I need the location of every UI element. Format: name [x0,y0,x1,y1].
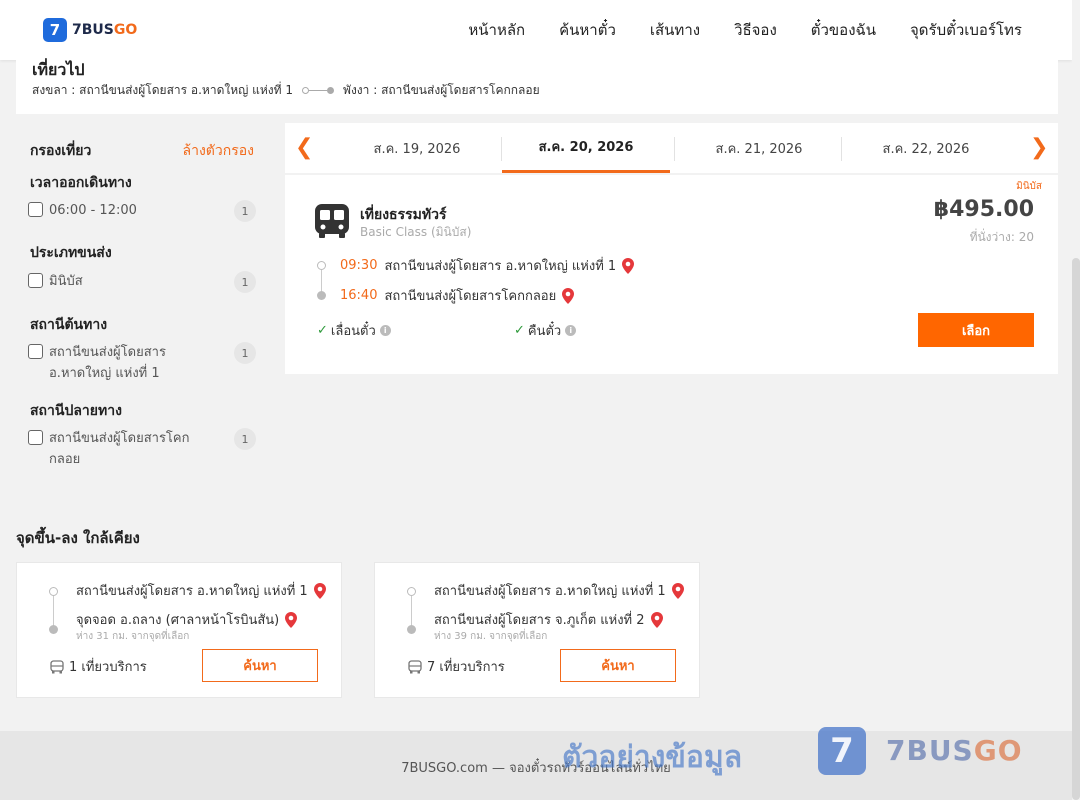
date-selector: ❮ ส.ค. 19, 2026 ส.ค. 20, 2026 ส.ค. 21, 2… [285,123,1058,173]
bus-icon [408,659,422,673]
nearby-route-card: สถานีขนส่งผู้โดยสาร อ.หาดใหญ่ แห่งที่ 1 … [374,562,700,698]
filter-header: กรองเที่ยว ล้างตัวกรอง [30,140,254,162]
departure-station: สถานีขนส่งผู้โดยสาร อ.หาดใหญ่ แห่งที่ 1 [384,259,617,274]
arrival-stop: 16:40 สถานีขนส่งผู้โดยสารโคกกลอย [340,285,575,306]
filter-option-departure-time[interactable]: 06:00 - 12:00 1 [28,200,256,222]
route-line: สงขลา : สถานีขนส่งผู้โดยสาร อ.หาดใหญ่ แห… [32,81,540,100]
route-summary: เที่ยวไป สงขลา : สถานีขนส่งผู้โดยสาร อ.ห… [16,58,1058,114]
route-timeline [407,585,417,637]
date-tab-active[interactable]: ส.ค. 20, 2026 [502,123,670,173]
watermark-logo: 7 [818,727,866,775]
filter-sidebar: กรองเที่ยว ล้างตัวกรอง เวลาออกเดินทาง 06… [16,124,274,480]
nearby-route-card: สถานีขนส่งผู้โดยสาร อ.หาดใหญ่ แห่งที่ 1 … [16,562,342,698]
prev-date-arrow-icon[interactable]: ❮ [295,135,313,160]
nearby-distance: ห่าง 39 กม. จากจุดที่เลือก [434,631,548,642]
map-pin-icon[interactable] [622,257,635,274]
date-tab[interactable]: ส.ค. 21, 2026 [675,123,843,173]
watermark-text: ตัวอย่างข้อมูล [562,740,743,775]
checkbox[interactable] [28,430,43,445]
logo-mark: 7 [43,18,67,42]
bus-icon [315,204,349,238]
nav-how-to-book[interactable]: วิธีจอง [734,18,777,42]
nav-search-tickets[interactable]: ค้นหาตั๋ว [559,18,616,42]
scrollbar-thumb[interactable] [1072,258,1080,800]
filter-option-label: สถานีขนส่งผู้โดยสาร อ.หาดใหญ่ แห่งที่ 1 [49,345,166,381]
logo-text: 7BUSGO [72,22,138,38]
nearby-destination: จุดจอด อ.ถลาง (ศาลาหน้าโรบินสัน) [76,609,298,630]
clear-filters-link[interactable]: ล้างตัวกรอง [183,140,254,162]
arrival-time: 16:40 [340,288,378,303]
departure-time: 09:30 [340,258,378,273]
filter-option-label: 06:00 - 12:00 [49,203,137,218]
trip-card: มินิบัส เที่ยงธรรมทัวร์ Basic Class (มิน… [285,175,1058,374]
checkbox[interactable] [28,202,43,217]
check-icon: ✓ [514,323,525,338]
brand-logo[interactable]: 7 7BUSGO [43,18,137,42]
bus-icon [50,659,64,673]
service-class: Basic Class (มินิบัส) [360,225,472,239]
checkbox[interactable] [28,273,43,288]
available-seats: ที่นั่งว่าง: 20 [969,230,1034,244]
top-header: 7 7BUSGO หน้าหลัก ค้นหาตั๋ว เส้นทาง วิธี… [0,0,1072,60]
main-nav: หน้าหลัก ค้นหาตั๋ว เส้นทาง วิธีจอง ตั๋วข… [434,0,1022,60]
route-connector-icon [302,87,335,94]
filter-group-origin-station: สถานีต้นทาง [30,317,108,333]
route-timeline [49,585,59,637]
filter-group-departure-time: เวลาออกเดินทาง [30,175,132,191]
map-pin-icon[interactable] [672,582,684,599]
count-badge: 1 [234,342,256,364]
reschedule-policy: ✓ เลื่อนตั๋ว i [317,320,391,341]
info-icon[interactable]: i [379,325,391,336]
date-tab[interactable]: ส.ค. 19, 2026 [333,123,501,173]
map-pin-icon[interactable] [650,611,663,628]
map-pin-icon[interactable] [285,611,298,628]
nearby-stops-title: จุดขึ้น-ลง ใกล้เคียง [16,529,140,547]
refund-policy: ✓ คืนตั๋ว i [514,320,577,341]
nearby-distance: ห่าง 31 กม. จากจุดที่เลือก [76,631,190,642]
route-title: เที่ยวไป [32,60,85,79]
nearby-origin: สถานีขนส่งผู้โดยสาร อ.หาดใหญ่ แห่งที่ 1 [434,580,684,601]
nav-ticket-pickup[interactable]: จุดรับตั๋วเบอร์โทร [910,18,1022,42]
nav-routes[interactable]: เส้นทาง [650,18,700,42]
filter-option-origin-station[interactable]: สถานีขนส่งผู้โดยสาร อ.หาดใหญ่ แห่งที่ 1 … [28,342,256,384]
route-origin: สงขลา : สถานีขนส่งผู้โดยสาร อ.หาดใหญ่ แห… [32,83,294,97]
nav-my-tickets[interactable]: ตั๋วของฉัน [811,18,876,42]
ticket-price: ฿495.00 [933,197,1034,222]
next-date-arrow-icon[interactable]: ❯ [1030,135,1048,160]
count-badge: 1 [234,428,256,450]
select-trip-button[interactable]: เลือก [918,313,1034,347]
filter-title: กรองเที่ยว [30,143,92,159]
nearby-search-button[interactable]: ค้นหา [202,649,318,682]
nearby-trip-count: 1 เที่ยวบริการ [50,656,147,677]
nearby-destination: สถานีขนส่งผู้โดยสาร จ.ภูเก็ต แห่งที่ 2 [434,609,663,630]
vehicle-type-tag: มินิบัส [1016,181,1042,192]
nav-home[interactable]: หน้าหลัก [468,18,525,42]
watermark-brand: 7BUSGO [886,734,1023,767]
filter-option-label: มินิบัส [49,274,83,289]
date-tab[interactable]: ส.ค. 22, 2026 [842,123,1010,173]
checkbox[interactable] [28,344,43,359]
map-pin-icon[interactable] [314,582,326,599]
info-icon[interactable]: i [565,325,577,336]
page-scrollbar[interactable] [1072,0,1080,800]
count-badge: 1 [234,200,256,222]
filter-group-vehicle-type: ประเภทขนส่ง [30,245,112,261]
filter-option-vehicle-type[interactable]: มินิบัส 1 [28,271,256,293]
check-icon: ✓ [317,323,328,338]
nearby-search-button[interactable]: ค้นหา [560,649,676,682]
departure-stop: 09:30 สถานีขนส่งผู้โดยสาร อ.หาดใหญ่ แห่ง… [340,255,635,276]
route-destination: พังงา : สถานีขนส่งผู้โดยสารโคกกลอย [343,83,540,97]
trip-timeline [317,257,327,303]
nearby-origin: สถานีขนส่งผู้โดยสาร อ.หาดใหญ่ แห่งที่ 1 [76,580,326,601]
map-pin-icon[interactable] [562,287,575,304]
filter-option-destination-station[interactable]: สถานีขนส่งผู้โดยสารโคกกลอย 1 [28,428,256,470]
arrival-station: สถานีขนส่งผู้โดยสารโคกกลอย [384,289,557,304]
filter-option-label: สถานีขนส่งผู้โดยสารโคกกลอย [49,431,190,467]
filter-group-destination-station: สถานีปลายทาง [30,403,122,419]
nearby-trip-count: 7 เที่ยวบริการ [408,656,505,677]
count-badge: 1 [234,271,256,293]
